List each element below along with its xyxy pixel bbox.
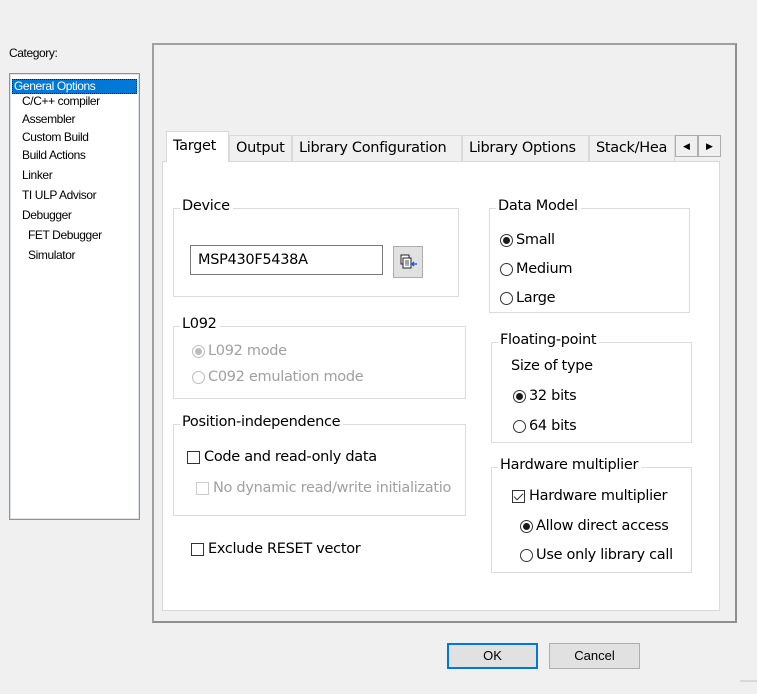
- floating-point-legend: Floating-point: [498, 332, 600, 348]
- code-ro-data-label: Code and read-only data: [204, 449, 377, 465]
- c092-emulation-label: C092 emulation mode: [208, 369, 364, 385]
- scroll-left-arrow-icon: ◀: [683, 141, 690, 151]
- device-select-icon: [400, 254, 417, 269]
- radio-indicator: [192, 370, 205, 384]
- category-item-ti-ulp-advisor[interactable]: TI ULP Advisor: [20, 188, 98, 203]
- category-item-linker[interactable]: Linker: [20, 168, 54, 183]
- fp-32-bits-label: 32 bits: [529, 388, 577, 404]
- scroll-right-arrow-icon: ▶: [706, 141, 713, 151]
- c092-emulation-radio[interactable]: C092 emulation mode: [192, 369, 364, 385]
- radio-indicator: [500, 262, 513, 276]
- tab-stack-heap[interactable]: Stack/Hea: [589, 135, 675, 161]
- category-item-general-options[interactable]: General Options: [12, 79, 137, 94]
- device-field[interactable]: [190, 245, 383, 275]
- allow-direct-access-label: Allow direct access: [536, 518, 669, 534]
- fp-32-bits-radio[interactable]: 32 bits: [513, 388, 577, 404]
- device-select-button[interactable]: [393, 246, 423, 278]
- cancel-button[interactable]: Cancel: [549, 643, 640, 669]
- checkbox-indicator: [187, 450, 200, 464]
- hardware-multiplier-checkbox[interactable]: Hardware multiplier: [512, 488, 667, 504]
- position-independence-legend: Position-independence: [180, 414, 344, 430]
- resize-grip[interactable]: [740, 680, 757, 682]
- tab-scroll-left-button[interactable]: ◀: [675, 135, 698, 157]
- data-model-medium-radio[interactable]: Medium: [500, 261, 572, 277]
- tab-target[interactable]: Target: [166, 131, 229, 162]
- no-dynamic-rw-checkbox[interactable]: No dynamic read/write initializatio: [196, 480, 461, 496]
- fp-64-bits-radio[interactable]: 64 bits: [513, 418, 577, 434]
- exclude-reset-checkbox[interactable]: Exclude RESET vector: [191, 541, 361, 557]
- code-ro-data-checkbox[interactable]: Code and read-only data: [187, 449, 377, 465]
- radio-indicator: [520, 519, 533, 533]
- data-model-small-radio[interactable]: Small: [500, 232, 555, 248]
- category-item-simulator[interactable]: Simulator: [26, 248, 77, 263]
- hardware-multiplier-legend: Hardware multiplier: [498, 457, 642, 473]
- checkbox-indicator: [512, 489, 525, 503]
- data-model-legend: Data Model: [496, 198, 581, 214]
- category-item-assembler[interactable]: Assembler: [20, 112, 77, 127]
- radio-indicator: [500, 233, 513, 247]
- device-legend: Device: [180, 198, 233, 214]
- ok-button[interactable]: OK: [447, 643, 538, 669]
- category-label: Category:: [9, 46, 58, 60]
- category-item-fet-debugger[interactable]: FET Debugger: [26, 228, 104, 243]
- data-model-large-label: Large: [516, 290, 556, 306]
- size-of-type-label: Size of type: [511, 358, 593, 374]
- use-library-call-label: Use only library call: [536, 547, 673, 563]
- category-item-debugger[interactable]: Debugger: [20, 208, 74, 223]
- l092-group: L092: [173, 316, 466, 399]
- category-item-build-actions[interactable]: Build Actions: [20, 148, 88, 163]
- no-dynamic-rw-label: No dynamic read/write initializatio: [213, 480, 452, 496]
- category-item-custom-build[interactable]: Custom Build: [20, 130, 91, 145]
- l092-mode-label: L092 mode: [208, 343, 287, 359]
- radio-indicator: [513, 419, 526, 433]
- data-model-large-radio[interactable]: Large: [500, 290, 556, 306]
- tab-output[interactable]: Output: [229, 135, 292, 161]
- radio-indicator: [192, 344, 205, 358]
- use-library-call-radio[interactable]: Use only library call: [520, 547, 673, 563]
- data-model-medium-label: Medium: [516, 261, 573, 277]
- data-model-small-label: Small: [516, 232, 555, 248]
- l092-mode-radio[interactable]: L092 mode: [192, 343, 287, 359]
- radio-indicator: [513, 389, 526, 403]
- checkbox-indicator: [196, 481, 209, 495]
- tab-library-options[interactable]: Library Options: [462, 135, 589, 161]
- tab-scroll-right-button[interactable]: ▶: [698, 135, 721, 157]
- hardware-multiplier-label: Hardware multiplier: [529, 488, 668, 504]
- radio-indicator: [520, 548, 533, 562]
- checkbox-indicator: [191, 542, 204, 556]
- radio-indicator: [500, 291, 513, 305]
- tab-library-configuration[interactable]: Library Configuration: [292, 135, 462, 161]
- category-list[interactable]: General Options C/C++ compiler Assembler…: [9, 73, 140, 520]
- exclude-reset-label: Exclude RESET vector: [208, 541, 361, 557]
- position-independence-group: Position-independence: [173, 414, 466, 516]
- allow-direct-access-radio[interactable]: Allow direct access: [520, 518, 669, 534]
- fp-64-bits-label: 64 bits: [529, 418, 577, 434]
- l092-legend: L092: [180, 316, 220, 332]
- category-item-c-cpp-compiler[interactable]: C/C++ compiler: [20, 94, 102, 109]
